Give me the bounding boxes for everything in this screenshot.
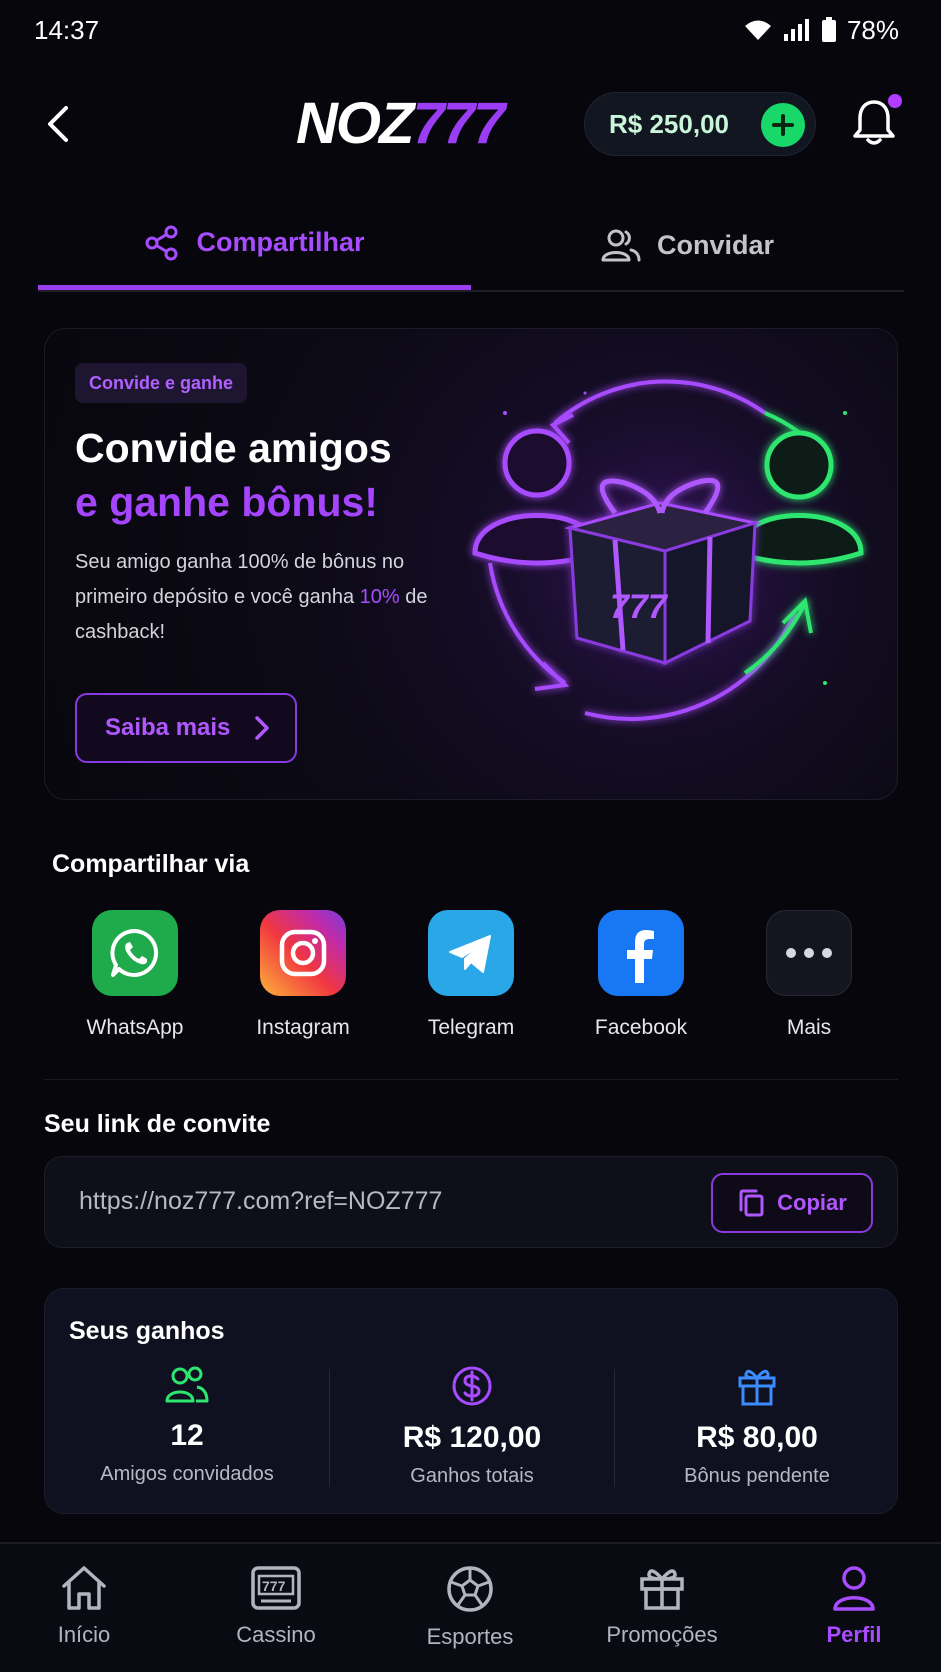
- back-arrow-icon[interactable]: [40, 102, 80, 146]
- more-icon: [766, 910, 852, 996]
- plus-icon: [772, 114, 794, 136]
- share-options: WhatsApp Instagram Telegram Facebook Mai…: [44, 900, 898, 1080]
- deposit-button[interactable]: [761, 103, 805, 147]
- nav-cassino[interactable]: 777 Cassino: [182, 1564, 370, 1648]
- status-bar: 14:37 78%: [0, 0, 941, 60]
- invite-link-box: https://noz777.com?ref=NOZ777 Copiar: [44, 1156, 898, 1248]
- stat-pending-bonus: R$ 80,00 Bônus pendente: [615, 1365, 899, 1488]
- share-more-button[interactable]: Mais: [734, 910, 884, 1040]
- nav-inicio-label: Início: [57, 1622, 111, 1647]
- stat-invited-value: 12: [170, 1419, 204, 1452]
- share-icon: [145, 225, 178, 260]
- stat-total-label: Ganhos totais: [410, 1465, 534, 1487]
- notification-dot: [888, 94, 902, 108]
- telegram-icon: [428, 910, 514, 996]
- tab-convidar[interactable]: Convidar: [471, 200, 904, 290]
- promo-desc-text: Seu amigo ganha 100% de bônus no primeir…: [75, 551, 405, 608]
- stat-pending-label: Bônus pendente: [684, 1465, 830, 1487]
- learn-more-button[interactable]: Saiba mais: [75, 693, 297, 763]
- promo-title: Convide amigos: [75, 425, 392, 471]
- promo-subtitle: e ganhe bônus!: [75, 479, 378, 525]
- nav-esportes-label: Esportes: [426, 1624, 514, 1649]
- share-instagram-button[interactable]: Instagram: [228, 910, 378, 1040]
- stat-pending-value: R$ 80,00: [696, 1421, 818, 1454]
- invite-promo-card: Convide e ganhe Convide amigos e ganhe b…: [44, 328, 898, 800]
- gift-icon: [738, 1369, 776, 1406]
- stat-invited-friends: 12 Amigos convidados: [45, 1365, 329, 1486]
- tab-compartilhar-label: Compartilhar: [196, 227, 365, 257]
- share-whatsapp-button[interactable]: WhatsApp: [60, 910, 210, 1040]
- copy-label: Copiar: [777, 1190, 847, 1215]
- app-logo[interactable]: NOZ777: [296, 91, 505, 156]
- nav-perfil[interactable]: Perfil: [760, 1564, 941, 1648]
- share-telegram-button[interactable]: Telegram: [396, 910, 546, 1040]
- learn-more-label: Saiba mais: [105, 714, 231, 741]
- share-facebook-button[interactable]: Facebook: [566, 910, 716, 1040]
- slot-machine-digits: 777: [262, 1578, 286, 1594]
- nav-inicio[interactable]: Início: [0, 1564, 178, 1648]
- earnings-title: Seus ganhos: [69, 1317, 225, 1345]
- copy-icon: [739, 1189, 764, 1217]
- status-icons: 78%: [743, 15, 899, 46]
- copy-link-button[interactable]: Copiar: [711, 1173, 873, 1233]
- gift-referral-illustration: 777: [470, 363, 870, 763]
- facebook-icon: [598, 910, 684, 996]
- invite-link-title: Seu link de convite: [44, 1110, 271, 1138]
- users-icon: [601, 229, 641, 262]
- tab-compartilhar[interactable]: Compartilhar: [38, 200, 471, 290]
- gift-box-digits: 777: [610, 588, 669, 626]
- balance-display[interactable]: R$ 250,00: [584, 92, 816, 156]
- nav-promocoes[interactable]: Promoções: [568, 1564, 756, 1648]
- stat-invited-label: Amigos convidados: [100, 1463, 274, 1485]
- signal-icon: [783, 19, 809, 41]
- nav-cassino-label: Cassino: [236, 1622, 316, 1647]
- share-telegram-label: Telegram: [427, 1016, 515, 1039]
- users-icon: [165, 1366, 209, 1403]
- battery-icon: [821, 17, 836, 42]
- soccer-ball-icon: [447, 1566, 493, 1612]
- status-time: 14:37: [34, 14, 100, 45]
- logo-text-noz: NOZ: [296, 91, 414, 156]
- share-whatsapp-label: WhatsApp: [86, 1016, 184, 1039]
- share-more-label: Mais: [786, 1016, 832, 1039]
- slot-machine-icon: 777: [251, 1566, 301, 1610]
- balance-amount: R$ 250,00: [609, 108, 729, 139]
- wifi-icon: [744, 20, 771, 40]
- nav-esportes[interactable]: Esportes: [376, 1564, 564, 1650]
- share-facebook-label: Facebook: [594, 1016, 688, 1039]
- tab-convidar-label: Convidar: [656, 229, 775, 260]
- dollar-icon: [452, 1366, 492, 1406]
- stat-total-earnings: R$ 120,00 Ganhos totais: [330, 1365, 614, 1488]
- invite-link-url[interactable]: https://noz777.com?ref=NOZ777: [79, 1187, 442, 1216]
- share-instagram-label: Instagram: [256, 1016, 350, 1039]
- tab-bar: Compartilhar Convidar: [38, 200, 904, 292]
- gift-icon: [640, 1569, 684, 1610]
- app-header: NOZ777 R$ 250,00: [0, 80, 941, 168]
- notifications-button[interactable]: [852, 94, 902, 150]
- earnings-card: Seus ganhos 12 Amigos convidados R$ 120,…: [44, 1288, 898, 1514]
- share-section-title: Compartilhar via: [52, 850, 250, 878]
- instagram-icon: [260, 910, 346, 996]
- promo-badge: Convide e ganhe: [75, 363, 248, 403]
- nav-perfil-label: Perfil: [826, 1622, 882, 1647]
- battery-level: 78%: [846, 14, 899, 45]
- user-icon: [833, 1566, 875, 1611]
- whatsapp-icon: [92, 910, 178, 996]
- home-icon: [62, 1566, 106, 1610]
- nav-promocoes-label: Promoções: [606, 1622, 718, 1647]
- stat-total-value: R$ 120,00: [402, 1421, 542, 1454]
- promo-desc-highlight: 10%: [359, 586, 400, 608]
- logo-text-777: 777: [412, 91, 505, 156]
- bottom-navigation: Início 777 Cassino Esportes Promoções Pe…: [0, 1542, 941, 1672]
- promo-description: Seu amigo ganha 100% de bônus no primeir…: [75, 545, 435, 650]
- chevron-right-icon: [255, 716, 270, 740]
